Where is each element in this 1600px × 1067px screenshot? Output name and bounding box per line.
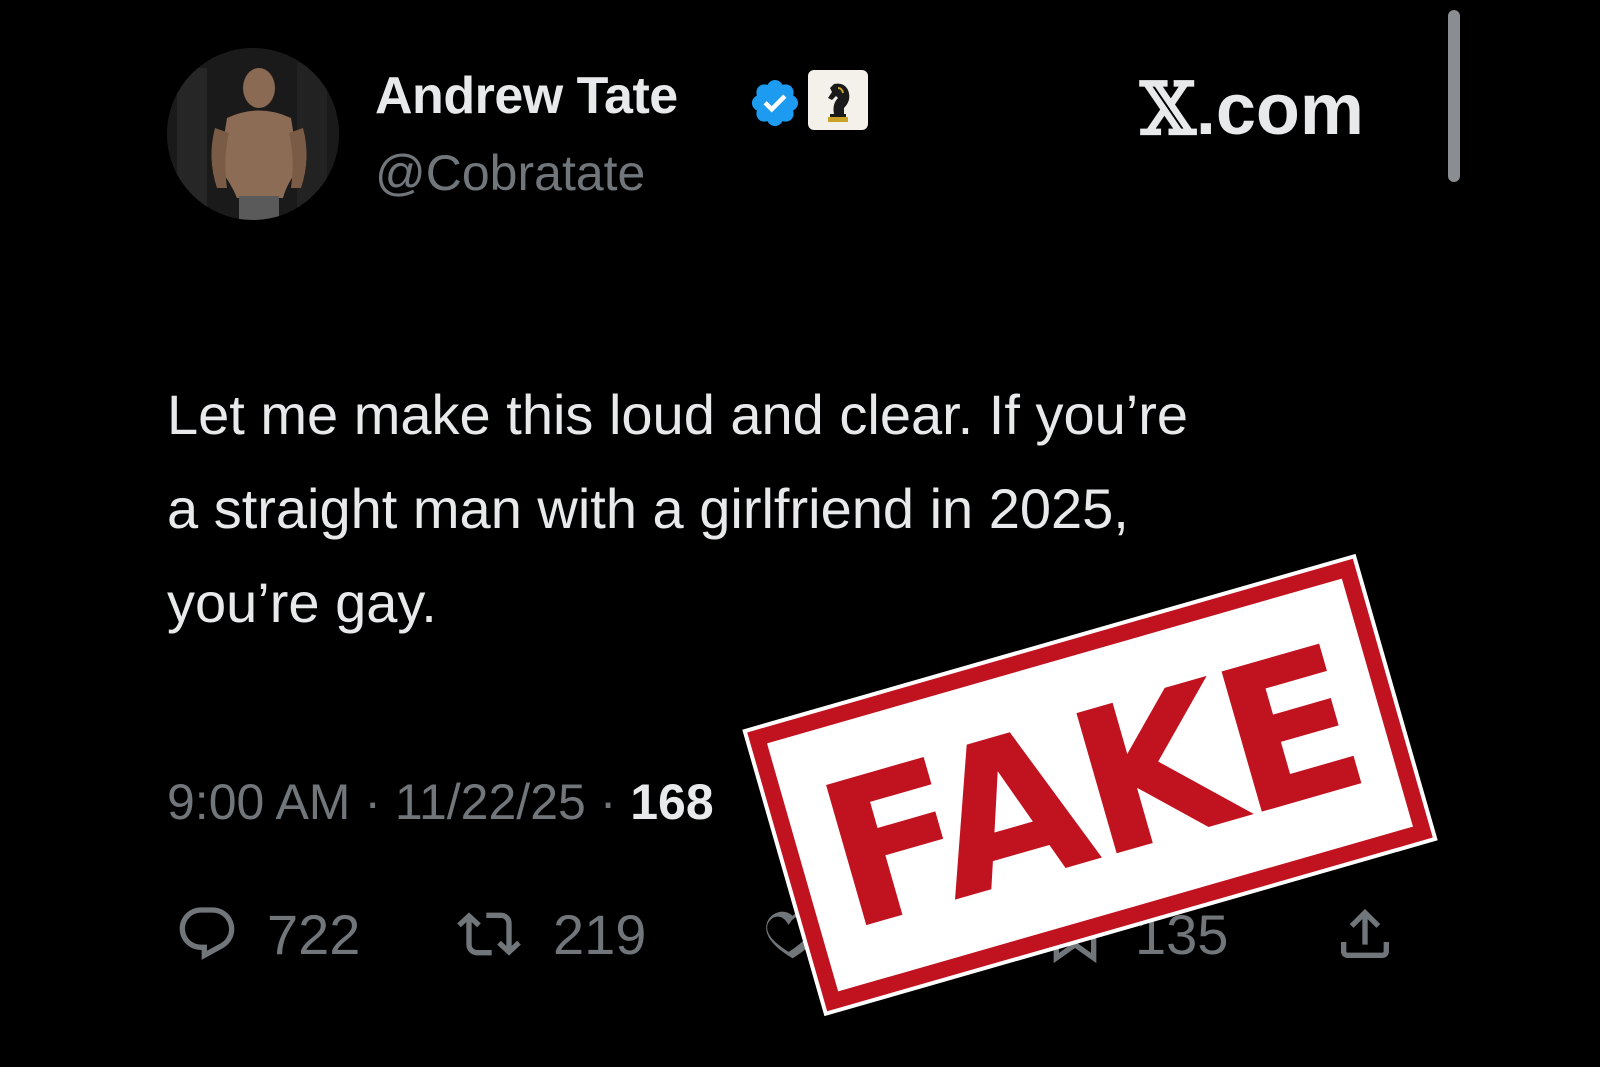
affiliate-badge-icon[interactable] (808, 70, 868, 130)
tweet-date[interactable]: 11/22/25 (395, 774, 586, 830)
avatar-image (167, 48, 339, 220)
site-label: 𝕏.com (1140, 66, 1364, 151)
tweet-line: Let me make this loud and clear. If you’… (167, 383, 1188, 446)
tweet-meta: 9:00 AM · 11/22/25 · 168 (167, 773, 714, 831)
tweet-line: a straight man with a girlfriend in 2025… (167, 477, 1129, 540)
x-logo-icon: 𝕏 (1140, 66, 1196, 151)
scrollbar[interactable] (1448, 10, 1460, 182)
repost-button[interactable]: 219 (449, 900, 649, 970)
site-suffix: .com (1195, 70, 1364, 150)
share-button[interactable] (1325, 900, 1415, 970)
repost-count: 219 (553, 903, 647, 966)
reply-count: 722 (267, 903, 361, 966)
share-icon (1341, 908, 1389, 958)
repost-icon (457, 912, 521, 956)
verified-icon (751, 79, 799, 127)
fake-stamp-text: FAKE (797, 602, 1385, 977)
handle[interactable]: @Cobratate (375, 144, 645, 202)
reply-button[interactable]: 722 (167, 900, 367, 970)
reply-icon (179, 907, 235, 960)
display-name[interactable]: Andrew Tate (375, 66, 678, 126)
meta-separator: · (585, 774, 631, 830)
avatar[interactable] (167, 48, 339, 220)
meta-separator: · (350, 774, 395, 830)
view-count: 168 (630, 774, 714, 830)
tweet-time[interactable]: 9:00 AM (167, 774, 350, 830)
